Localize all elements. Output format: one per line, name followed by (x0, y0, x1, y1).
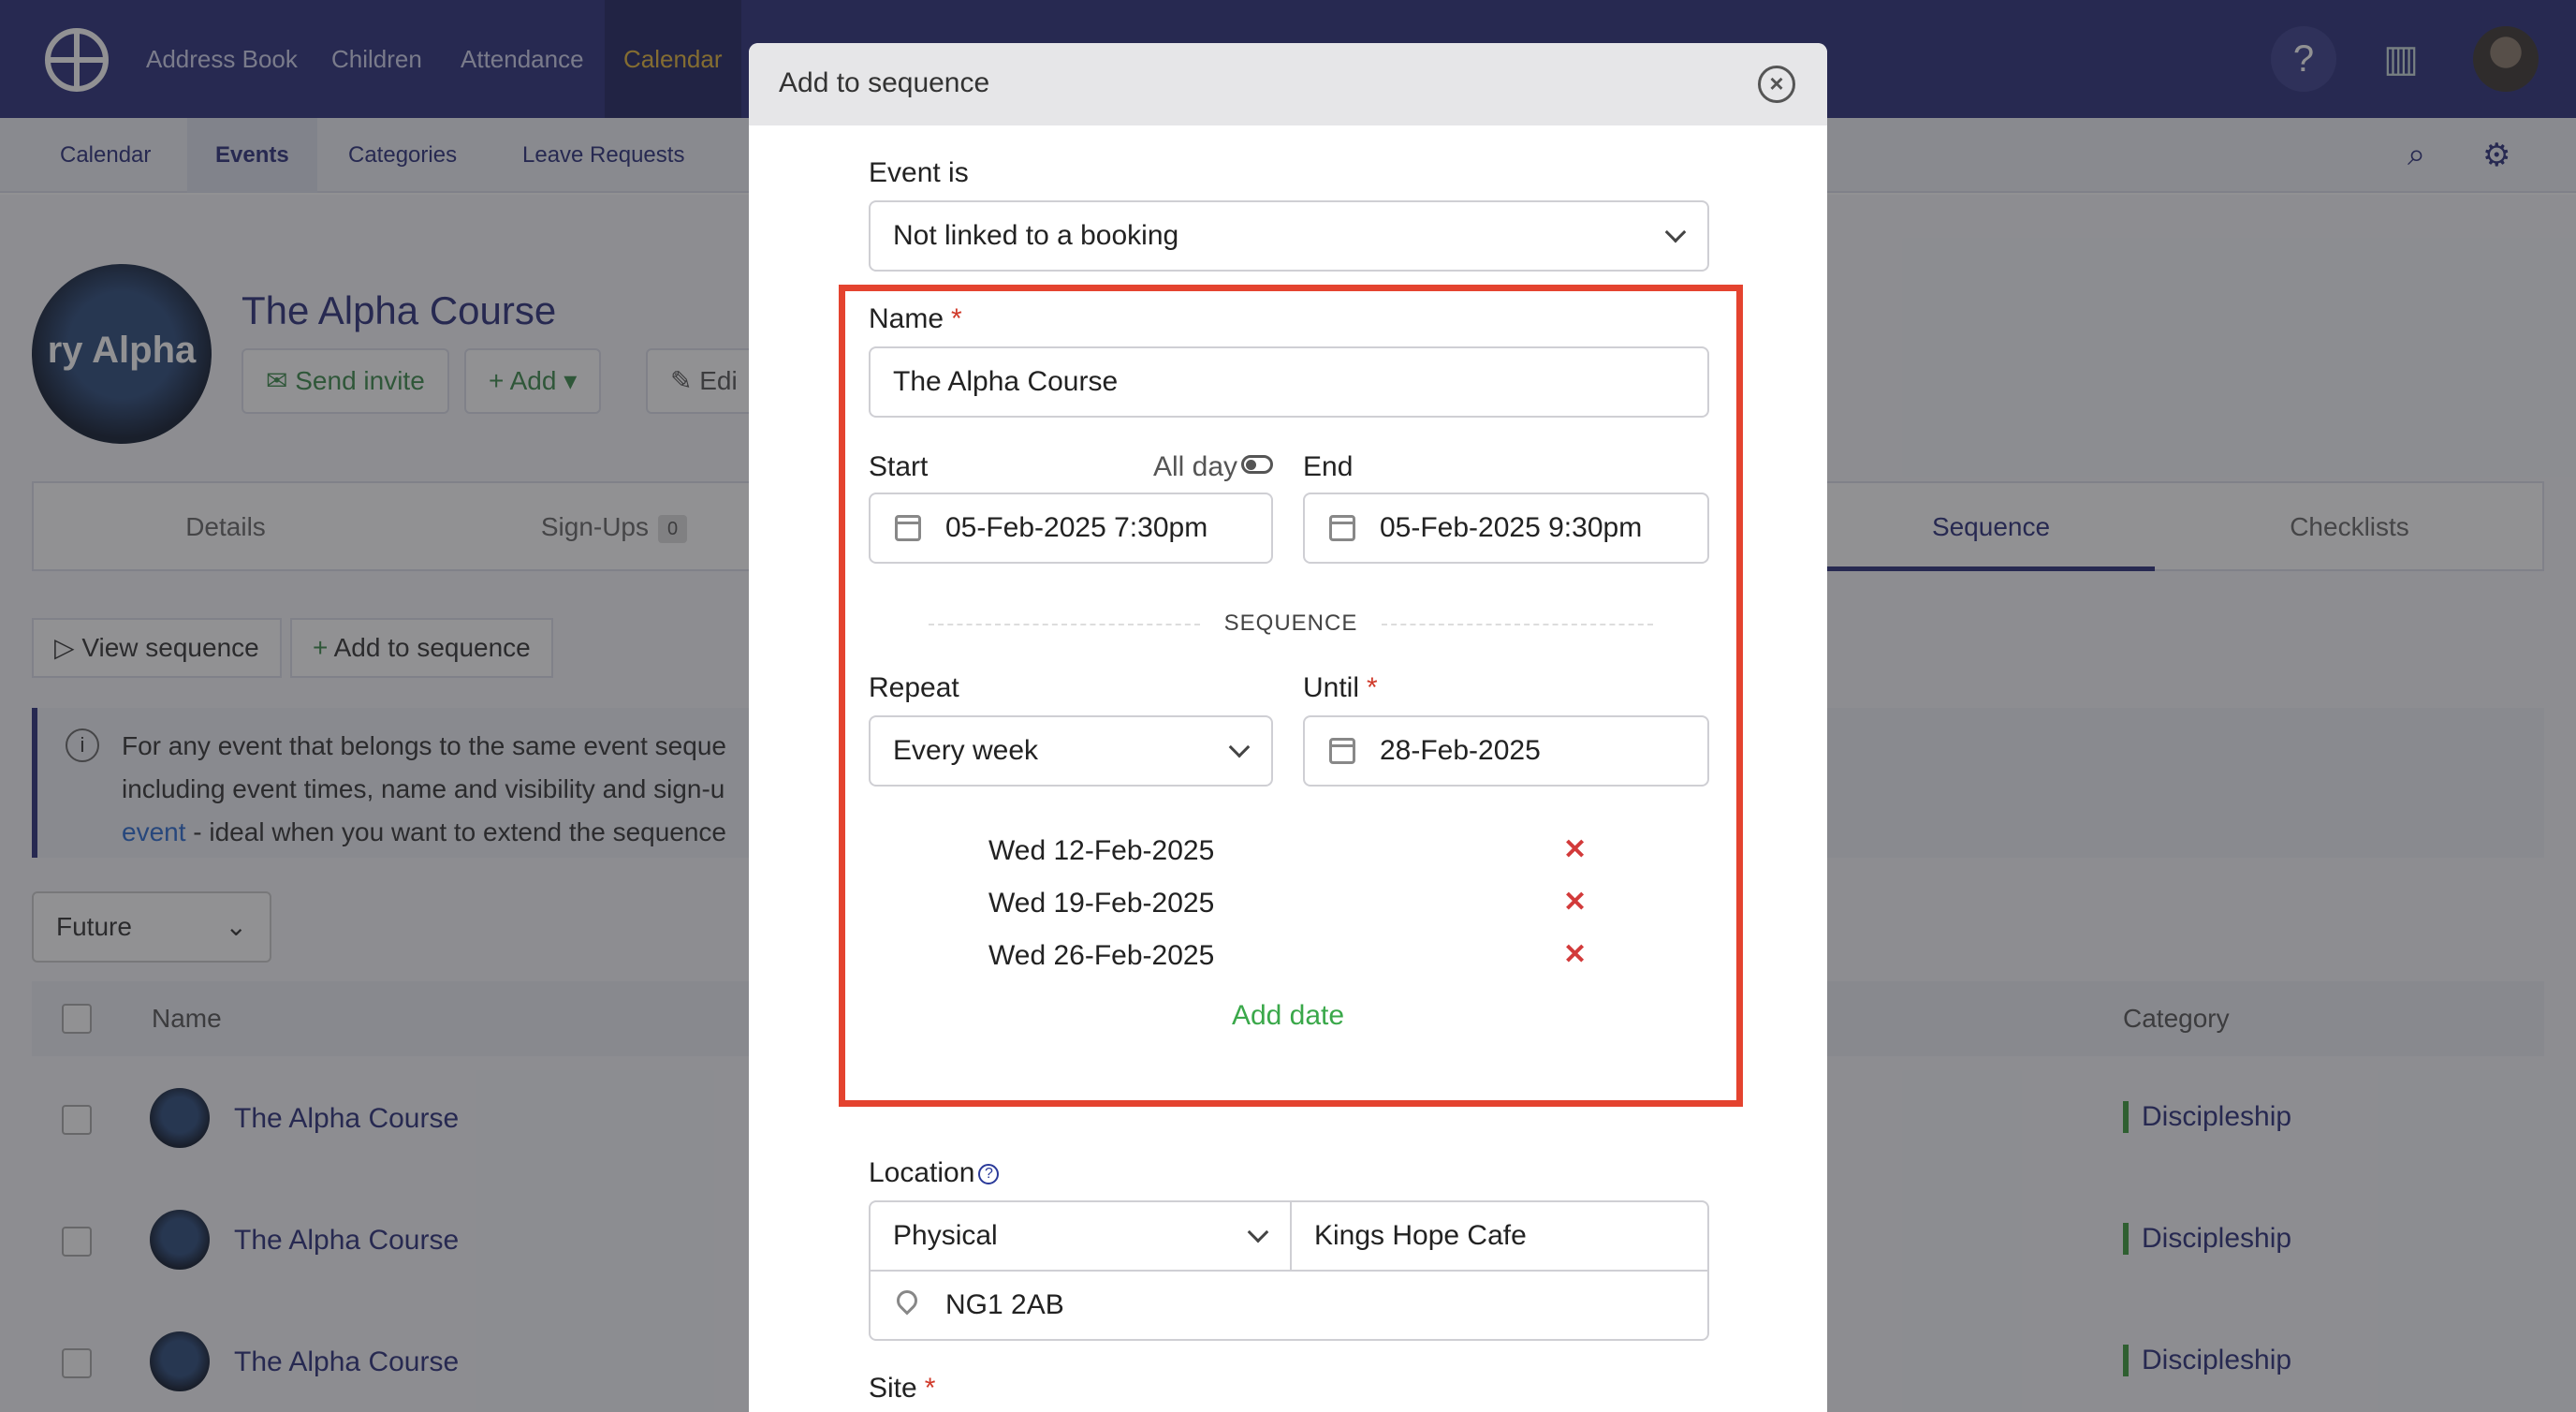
remove-date-icon[interactable]: ✕ (1563, 938, 1587, 971)
sequence-heading: SEQUENCE (1223, 610, 1358, 636)
remove-date-icon[interactable]: ✕ (1563, 886, 1587, 919)
all-day-label: All day (1153, 451, 1238, 482)
until-label: Until * (1303, 672, 1378, 703)
end-datetime-input[interactable]: 05-Feb-2025 9:30pm (1303, 493, 1709, 564)
name-label: Name * (869, 303, 962, 334)
calendar-clock-icon (895, 515, 921, 541)
calendar-clock-icon (1329, 515, 1355, 541)
sequence-date: Wed 19-Feb-2025 (988, 888, 1215, 919)
divider-left (929, 624, 1200, 625)
modal-title: Add to sequence (779, 67, 990, 98)
site-label: Site * (869, 1373, 936, 1404)
location-name-input[interactable]: Kings Hope Cafe (1290, 1200, 1709, 1272)
help-circle-icon[interactable]: ? (978, 1164, 1000, 1185)
map-pin-icon (892, 1286, 922, 1316)
postcode-input[interactable]: NG1 2AB (869, 1270, 1709, 1341)
end-label: End (1303, 451, 1354, 482)
close-icon[interactable]: × (1758, 66, 1795, 103)
start-datetime-input[interactable]: 05-Feb-2025 7:30pm (869, 493, 1273, 564)
chevron-down-icon (1664, 221, 1687, 243)
all-day-toggle[interactable] (1241, 455, 1273, 474)
chevron-down-icon (1228, 736, 1251, 758)
location-label: Location? (869, 1157, 1000, 1189)
chevron-down-icon (1247, 1221, 1269, 1243)
repeat-label: Repeat (869, 672, 959, 703)
divider-right (1382, 624, 1653, 625)
event-is-select[interactable]: Not linked to a booking (869, 200, 1709, 272)
sequence-date: Wed 26-Feb-2025 (988, 940, 1215, 971)
calendar-icon (1329, 738, 1355, 764)
sequence-date: Wed 12-Feb-2025 (988, 835, 1215, 866)
add-date-link[interactable]: Add date (749, 1000, 1827, 1032)
remove-date-icon[interactable]: ✕ (1563, 833, 1587, 866)
modal-header: Add to sequence × (749, 43, 1827, 125)
add-to-sequence-modal: Add to sequence × Event is Not linked to… (749, 43, 1827, 1412)
name-input[interactable]: The Alpha Course (869, 346, 1709, 418)
until-date-input[interactable]: 28-Feb-2025 (1303, 715, 1709, 787)
repeat-select[interactable]: Every week (869, 715, 1273, 787)
location-type-select[interactable]: Physical (869, 1200, 1292, 1272)
event-is-label: Event is (869, 157, 969, 188)
start-label: Start (869, 451, 929, 482)
